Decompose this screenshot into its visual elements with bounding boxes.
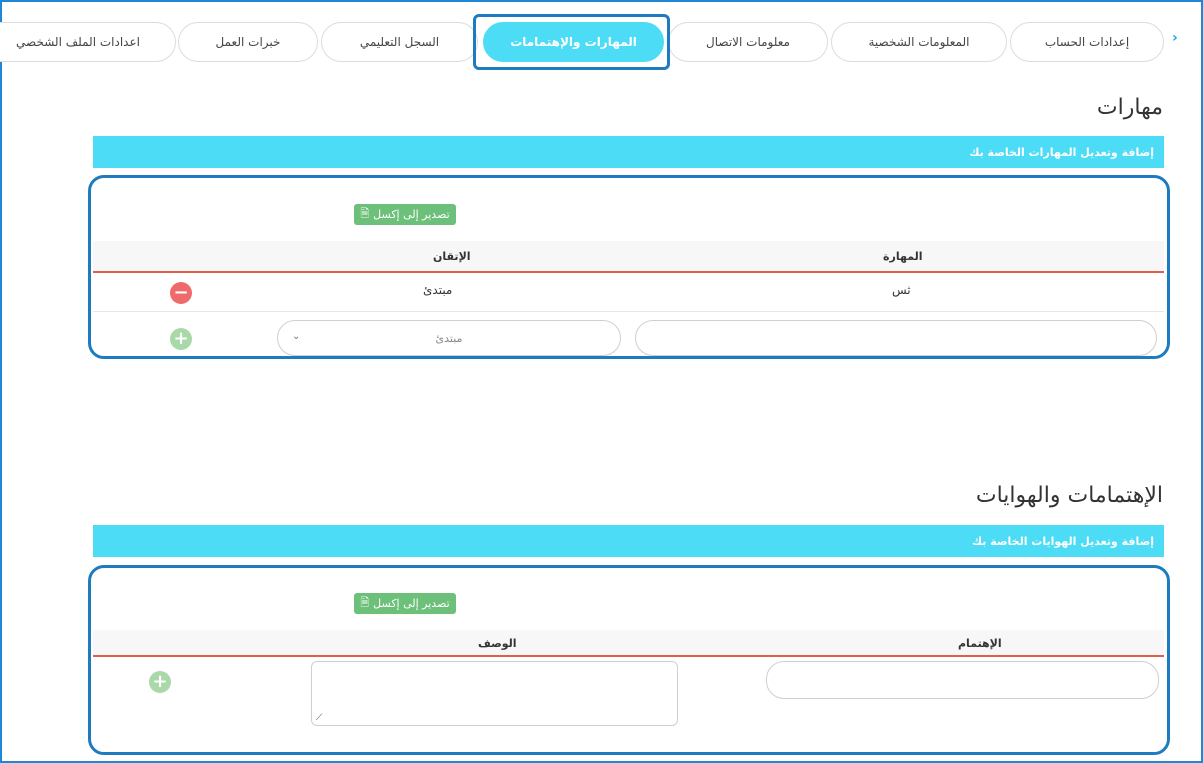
col-interest-header: الإهتمام bbox=[958, 637, 1002, 650]
tab-account-settings[interactable]: إعدادات الحساب bbox=[1010, 22, 1164, 62]
excel-file-icon: 🗎 bbox=[360, 207, 370, 220]
tab-skills-interests[interactable]: المهارات والإهتمامات bbox=[483, 22, 664, 62]
interests-export-excel-button[interactable]: 🗎 تصدير إلى إكسل bbox=[354, 593, 456, 614]
interests-panel bbox=[88, 565, 1170, 755]
minus-circle-icon: − bbox=[173, 282, 189, 303]
tab-profile-settings[interactable]: اعدادات الملف الشخصي bbox=[0, 22, 176, 62]
interests-table-header: الإهتمام الوصف bbox=[93, 630, 1164, 657]
tab-personal-info[interactable]: المعلومات الشخصية bbox=[831, 22, 1007, 62]
new-skill-input[interactable] bbox=[635, 320, 1157, 356]
profile-tabs: إعدادات الحساب المعلومات الشخصية معلومات… bbox=[0, 22, 1203, 62]
plus-circle-icon: + bbox=[152, 671, 168, 692]
col-level-header: الإتقان bbox=[433, 250, 471, 263]
excel-file-icon: 🗎 bbox=[360, 596, 370, 609]
plus-circle-icon: + bbox=[173, 328, 189, 349]
tab-contact-info[interactable]: معلومات الاتصال bbox=[668, 22, 828, 62]
level-cell: مبتدئ bbox=[423, 283, 453, 297]
add-skill-button[interactable]: + bbox=[170, 328, 192, 350]
tab-work-experience[interactable]: خبرات العمل bbox=[178, 22, 318, 62]
chevron-down-icon: ⌄ bbox=[292, 331, 301, 342]
resize-handle-icon[interactable]: ⟋ bbox=[316, 713, 322, 723]
col-desc-header: الوصف bbox=[478, 637, 517, 650]
new-interest-input[interactable] bbox=[766, 661, 1159, 699]
interests-banner: إضافة وتعديل الهوايات الخاصة بك bbox=[93, 525, 1164, 557]
skill-cell: ثس bbox=[892, 283, 911, 297]
skills-banner: إضافة وتعديل المهارات الخاصة بك bbox=[93, 136, 1164, 168]
skills-table-header: المهارة الإتقان bbox=[93, 241, 1164, 273]
new-interest-description-textarea[interactable]: ⟋ bbox=[311, 661, 678, 726]
add-interest-button[interactable]: + bbox=[149, 671, 171, 693]
skills-export-excel-button[interactable]: 🗎 تصدير إلى إكسل bbox=[354, 204, 456, 225]
new-skill-level-select[interactable]: ⌄ مبتدئ bbox=[277, 320, 621, 356]
skills-title: مهارات bbox=[1096, 95, 1163, 120]
tab-education[interactable]: السجل التعليمي bbox=[321, 22, 478, 62]
remove-skill-button[interactable]: − bbox=[170, 282, 192, 304]
col-skill-header: المهارة bbox=[883, 250, 923, 263]
row-divider bbox=[93, 311, 1164, 312]
interests-title: الإهتمامات والهوايات bbox=[975, 483, 1163, 508]
chevron-right-icon[interactable]: › bbox=[1172, 30, 1178, 46]
